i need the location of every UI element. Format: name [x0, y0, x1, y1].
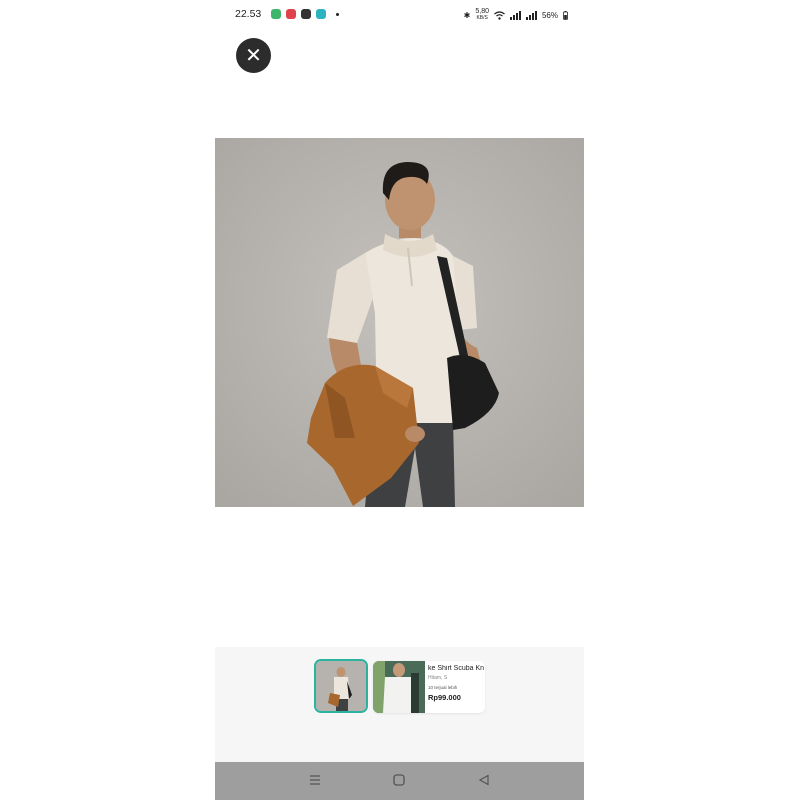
product-title: ke Shirt Scuba Kn: [428, 665, 485, 672]
back-icon[interactable]: [478, 774, 490, 786]
wifi-icon: [494, 10, 505, 20]
battery-icon: [563, 10, 568, 20]
menu-icon[interactable]: [309, 774, 321, 786]
product-variant: Hitam, S: [428, 675, 448, 681]
product-card-info: ke Shirt Scuba Kn Hitam, S 10 terjual le…: [428, 665, 485, 702]
bluetooth-icon: ✱: [463, 10, 471, 20]
status-indicators: ✱ 5,80 KB/S 56%: [464, 8, 568, 22]
more-notifications-icon: [336, 13, 339, 16]
thumbnail-product-1[interactable]: [316, 661, 366, 711]
thumbnail-image: [316, 661, 366, 711]
product-image: [215, 138, 584, 507]
close-icon: ✕: [245, 45, 262, 67]
product-card-image: [373, 661, 425, 713]
thumbnail-strip: ke Shirt Scuba Kn Hitam, S 10 terjual le…: [215, 647, 584, 762]
system-nav-bar: [215, 762, 584, 800]
product-photo: [215, 138, 584, 507]
status-time: 22.53: [235, 8, 262, 20]
signal-icon: [509, 10, 521, 20]
close-button[interactable]: ✕: [236, 38, 271, 73]
app-notification-icon: [301, 9, 311, 19]
product-sold-count: 10 terjual lebih: [428, 685, 458, 690]
status-bar: 22.53 ✱ 5,80 KB/S 56%: [215, 0, 584, 28]
product-card[interactable]: ke Shirt Scuba Kn Hitam, S 10 terjual le…: [373, 661, 485, 713]
battery-level: 56%: [541, 10, 558, 20]
product-price: Rp99.000: [428, 693, 461, 702]
phone-screen: 22.53 ✱ 5,80 KB/S 56% ✕ ke Shirt Scuba K…: [215, 0, 584, 800]
signal-icon: [525, 10, 537, 20]
app-notification-icon: [286, 9, 296, 19]
app-notification-icon: [316, 9, 326, 19]
home-icon[interactable]: [393, 774, 405, 786]
network-speed: 5,80 KB/S: [475, 8, 489, 21]
app-notification-icon: [271, 9, 281, 19]
